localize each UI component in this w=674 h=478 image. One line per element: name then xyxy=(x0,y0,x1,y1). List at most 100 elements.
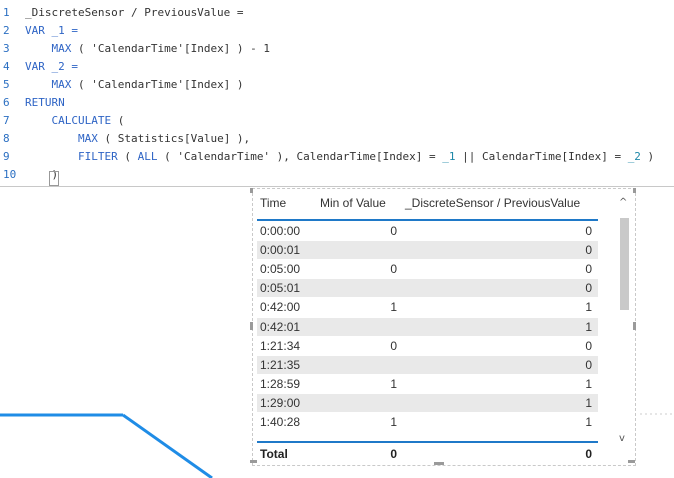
code-token: || CalendarTime[Index] = xyxy=(455,150,628,163)
code-text: CALCULATE ( xyxy=(25,112,124,130)
line-number: 8 xyxy=(3,132,10,145)
table-row[interactable]: 1:40:28 1 1 xyxy=(257,413,598,431)
cell-previous-value: 1 xyxy=(585,300,592,315)
code-token: _DiscreteSensor / PreviousValue = xyxy=(25,6,244,19)
code-line[interactable]: 3 MAX ( 'CalendarTime'[Index] ) - 1 xyxy=(0,40,674,58)
code-line[interactable]: 2 VAR _1 = xyxy=(0,22,674,40)
resize-handle-top-left[interactable] xyxy=(250,188,253,193)
code-line[interactable]: 1 _DiscreteSensor / PreviousValue = xyxy=(0,4,674,22)
cell-min-of-value: 1 xyxy=(390,415,397,429)
cell-time: 1:40:28 xyxy=(260,415,301,429)
cell-time: 0:00:01 xyxy=(260,243,301,258)
code-token: 'CalendarTime'[Index] xyxy=(91,42,231,55)
cell-min-of-value: 1 xyxy=(390,300,397,315)
code-line[interactable]: 7 CALCULATE ( xyxy=(0,112,674,130)
cell-time: 1:21:35 xyxy=(260,357,301,372)
code-token: 'CalendarTime' xyxy=(177,150,271,163)
code-line[interactable]: 9 FILTER ( ALL ( 'CalendarTime' ), Calen… xyxy=(0,148,674,166)
chevron-down-icon[interactable]: v xyxy=(619,433,625,444)
resize-handle-bottom-left[interactable] xyxy=(250,460,257,463)
bracket-highlight xyxy=(49,171,59,186)
table-row[interactable]: 0:00:01 0 xyxy=(257,241,598,260)
code-text: FILTER ( ALL ( 'CalendarTime' ), Calenda… xyxy=(25,148,654,166)
line-number: 2 xyxy=(3,24,10,37)
resize-handle-left[interactable] xyxy=(250,322,253,330)
code-token: MAX xyxy=(25,132,98,145)
resize-handle-bottom[interactable] xyxy=(434,462,444,465)
code-text: _DiscreteSensor / PreviousValue = xyxy=(25,4,244,22)
code-token: ) xyxy=(640,150,655,163)
code-token: ( xyxy=(71,42,92,55)
total-divider xyxy=(257,441,598,443)
cell-previous-value: 0 xyxy=(585,281,592,296)
cell-time: 1:29:00 xyxy=(260,395,301,410)
table-row[interactable]: 0:05:00 0 0 xyxy=(257,260,598,278)
code-text: MAX ( 'CalendarTime'[Index] ) xyxy=(25,76,244,94)
code-token: ( Statistics[Value] ), xyxy=(97,132,251,145)
table-row[interactable]: 1:29:00 1 xyxy=(257,393,598,412)
code-token: 'CalendarTime'[Index] xyxy=(91,78,231,91)
cell-min-of-value: 0 xyxy=(390,224,397,238)
table-row[interactable]: 1:21:35 0 xyxy=(257,355,598,374)
resize-handle-right[interactable] xyxy=(633,322,636,330)
cell-previous-value: 0 xyxy=(585,338,592,353)
code-token: VAR _1 = xyxy=(25,24,78,37)
table-row[interactable]: 0:00:00 0 0 xyxy=(257,222,598,240)
code-token: ), CalendarTime[Index] = xyxy=(270,150,443,163)
scrollbar-thumb[interactable] xyxy=(620,218,629,310)
cell-min-of-value: 0 xyxy=(390,262,397,277)
code-token: CALCULATE xyxy=(25,114,112,127)
cell-min-of-value: 0 xyxy=(390,338,397,353)
code-token: RETURN xyxy=(25,96,65,109)
code-token: ) xyxy=(230,78,244,91)
cell-min-of-value: 1 xyxy=(390,376,397,391)
code-line[interactable]: 8 MAX ( Statistics[Value] ), xyxy=(0,130,674,148)
table-row[interactable]: 1:21:34 0 0 xyxy=(257,337,598,355)
code-text: MAX ( Statistics[Value] ), xyxy=(25,130,250,148)
code-token: ALL xyxy=(137,150,158,163)
code-token: MAX xyxy=(25,42,72,55)
total-previous-value: 0 xyxy=(585,447,592,461)
table-row[interactable]: 0:05:01 0 xyxy=(257,279,598,298)
table-row[interactable]: 1:28:59 1 1 xyxy=(257,375,598,393)
chart-line-descending xyxy=(122,413,213,478)
cell-time: 0:42:01 xyxy=(260,319,301,334)
code-token: FILTER xyxy=(25,150,118,163)
cell-previous-value: 1 xyxy=(585,415,592,429)
cell-previous-value: 0 xyxy=(585,357,592,372)
code-line[interactable]: 4 VAR _2 = xyxy=(0,58,674,76)
resize-handle-bottom-right[interactable] xyxy=(628,460,635,463)
code-text: VAR _2 = xyxy=(25,58,78,76)
code-token: ) - 1 xyxy=(230,42,271,55)
header-divider xyxy=(257,219,598,221)
column-header-time[interactable]: Time xyxy=(260,196,286,210)
code-token: ( xyxy=(117,150,138,163)
cell-time: 0:05:00 xyxy=(260,262,301,277)
line-number: 1 xyxy=(3,6,10,19)
cell-time: 0:42:00 xyxy=(260,300,301,315)
code-text: MAX ( 'CalendarTime'[Index] ) - 1 xyxy=(25,40,270,58)
total-min-of-value: 0 xyxy=(390,447,397,461)
code-line[interactable]: 6 RETURN xyxy=(0,94,674,112)
code-text: VAR _1 = xyxy=(25,22,78,40)
code-token: _2 xyxy=(627,150,641,163)
cell-previous-value: 0 xyxy=(585,243,592,258)
chevron-up-icon[interactable]: ^ xyxy=(619,197,627,208)
code-line[interactable]: 10 ) xyxy=(0,166,674,184)
line-number: 3 xyxy=(3,42,10,55)
formula-editor[interactable]: 1 _DiscreteSensor / PreviousValue = 2 VAR _… xyxy=(0,0,674,187)
cell-time: 0:05:01 xyxy=(260,281,301,296)
table-row[interactable]: 0:42:01 1 xyxy=(257,317,598,336)
code-line[interactable]: 5 MAX ( 'CalendarTime'[Index] ) xyxy=(0,76,674,94)
cell-time: 1:21:34 xyxy=(260,338,301,353)
resize-handle-top-right[interactable] xyxy=(633,188,636,193)
line-number: 7 xyxy=(3,114,10,127)
column-header-min-of-value[interactable]: Min of Value xyxy=(320,196,386,210)
cell-previous-value: 0 xyxy=(585,224,592,238)
column-header-previous-value[interactable]: _DiscreteSensor / PreviousValue xyxy=(405,196,580,210)
cell-previous-value: 1 xyxy=(585,395,592,410)
code-text: RETURN xyxy=(25,94,65,112)
code-token: ( xyxy=(157,150,178,163)
table-row[interactable]: 0:42:00 1 1 xyxy=(257,298,598,316)
cell-time: 0:00:00 xyxy=(260,224,301,238)
